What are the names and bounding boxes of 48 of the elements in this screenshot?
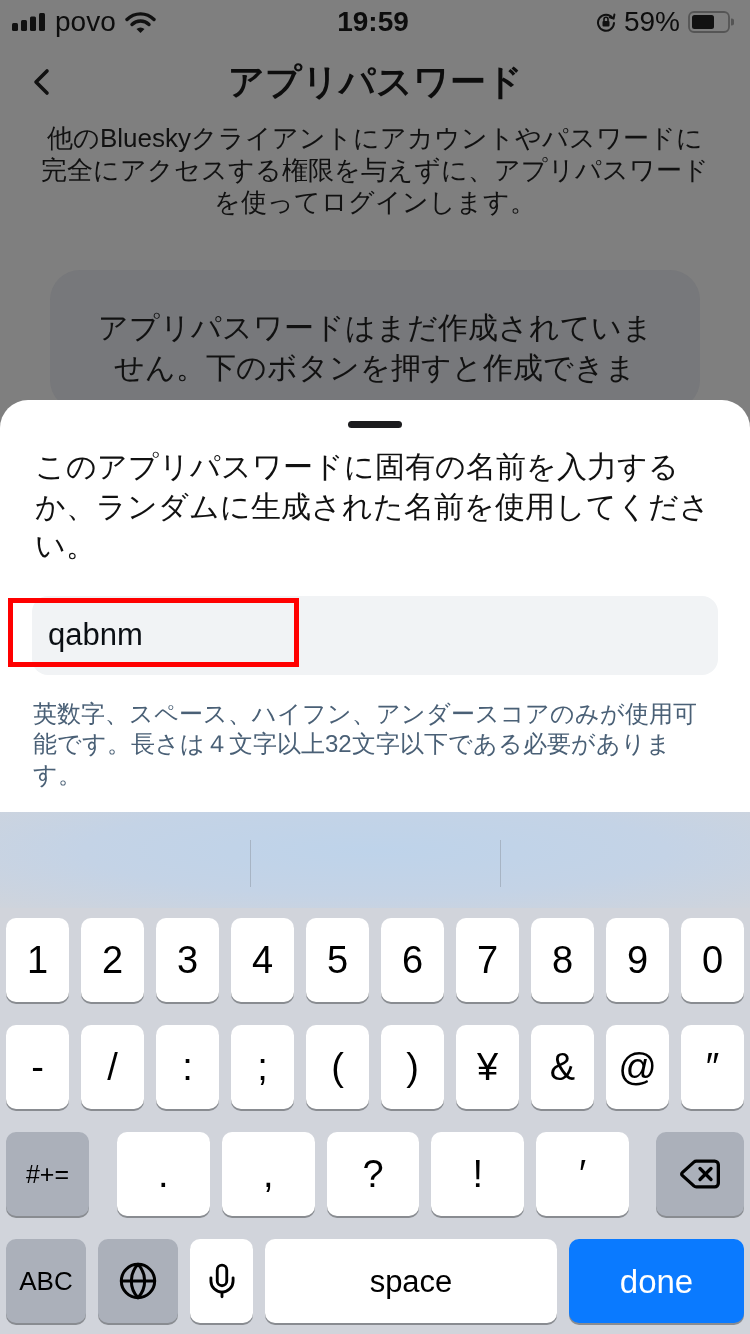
keyboard-key[interactable]: /: [81, 1025, 144, 1109]
empty-notice-text: アプリパスワードはまだ作成されていません。下のボタンを押すと作成できま: [96, 310, 654, 386]
keyboard-key[interactable]: (: [306, 1025, 369, 1109]
battery-icon: [688, 11, 734, 33]
field-hint: 英数字、スペース、ハイフン、アンダースコアのみが使用可能です。長さは４文字以上32文字以下である必要があります。: [33, 698, 698, 790]
keyboard-key[interactable]: ): [381, 1025, 444, 1109]
keyboard-key[interactable]: -: [6, 1025, 69, 1109]
keyboard-key[interactable]: 1: [6, 918, 69, 1002]
keyboard-key[interactable]: @: [606, 1025, 669, 1109]
page-description: 他のBlueskyクライアントにアカウントやパスワードに完全にアクセスする権限を与えずに、アプリパスワードを使ってログインします。: [40, 122, 710, 218]
name-input[interactable]: qabnm: [32, 595, 718, 675]
wifi-icon: [124, 10, 156, 34]
battery-percentage: 59%: [623, 8, 680, 36]
abc-key[interactable]: ABC: [6, 1239, 86, 1323]
carrier-name: povo: [55, 8, 116, 36]
delete-key[interactable]: [656, 1132, 744, 1216]
back-chevron-icon: [32, 68, 50, 96]
keyboard-key[interactable]: 6: [381, 918, 444, 1002]
keyboard-key[interactable]: 0: [681, 918, 744, 1002]
keyboard-key[interactable]: 7: [456, 918, 519, 1002]
globe-key[interactable]: [98, 1239, 178, 1323]
done-key[interactable]: done: [569, 1239, 744, 1323]
keyboard-key[interactable]: ″: [681, 1025, 744, 1109]
dictation-key[interactable]: [190, 1239, 253, 1323]
keyboard-key[interactable]: 3: [156, 918, 219, 1002]
keyboard-key[interactable]: 5: [306, 918, 369, 1002]
keyboard-key[interactable]: 2: [81, 918, 144, 1002]
space-key[interactable]: space: [265, 1239, 557, 1323]
keyboard-key[interactable]: ;: [231, 1025, 294, 1109]
keyboard-key[interactable]: .: [117, 1132, 210, 1216]
keyboard-key[interactable]: ′: [536, 1132, 629, 1216]
page-title: アプリパスワード: [226, 60, 524, 104]
symbols-key[interactable]: #+=: [6, 1132, 89, 1216]
sheet-handle[interactable]: [348, 421, 402, 428]
rotation-lock-icon: [595, 12, 616, 32]
keyboard-key[interactable]: 9: [606, 918, 669, 1002]
keyboard-key[interactable]: &: [531, 1025, 594, 1109]
status-time: 19:59: [337, 8, 409, 36]
signal-icon: [12, 13, 46, 31]
keyboard-key[interactable]: ,: [221, 1132, 315, 1216]
keyboard-key[interactable]: ¥: [456, 1025, 519, 1109]
keyboard-key[interactable]: !: [431, 1132, 525, 1216]
keyboard-key[interactable]: ?: [326, 1132, 420, 1216]
keyboard-key[interactable]: 4: [231, 918, 294, 1002]
globe-icon: [118, 1261, 158, 1301]
keyboard-key[interactable]: 8: [531, 918, 594, 1002]
sheet-prompt: このアプリパスワードに固有の名前を入力するか、ランダムに生成された名前を使用してください。: [35, 449, 711, 564]
keyboard-key[interactable]: :: [156, 1025, 219, 1109]
